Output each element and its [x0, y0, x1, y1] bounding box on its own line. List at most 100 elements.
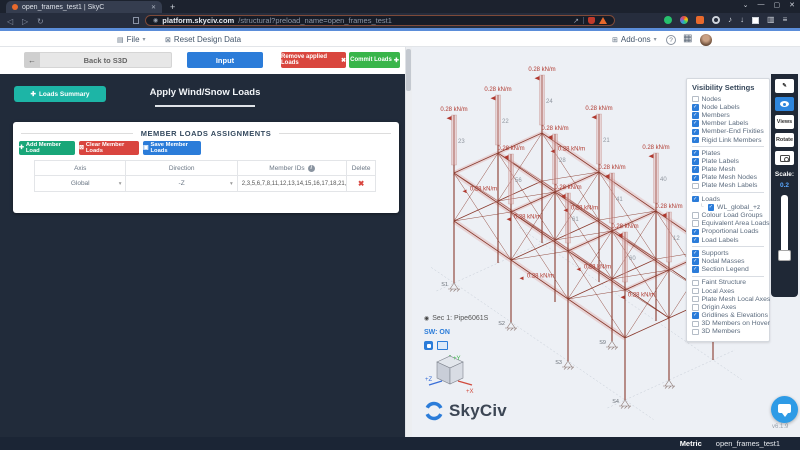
new-tab-button[interactable]: + [170, 2, 175, 12]
extension-icon[interactable] [680, 16, 688, 24]
checkbox-unchecked-icon[interactable] [692, 220, 699, 227]
visibility-item-member-end-fixities[interactable]: ✓Member-End Fixities [692, 128, 764, 136]
checkbox-checked-icon[interactable]: ✓ [692, 196, 699, 203]
checkbox-unchecked-icon[interactable] [692, 280, 699, 287]
visibility-item-plate-mesh[interactable]: ✓Plate Mesh [692, 166, 764, 174]
checkbox-unchecked-icon[interactable] [692, 212, 699, 219]
visibility-item-load-labels[interactable]: ✓Load Labels [692, 236, 764, 244]
checkbox-checked-icon[interactable]: ✓ [692, 250, 699, 257]
clear-member-loads-button[interactable]: ⊠ Clear Member Loads [79, 141, 139, 155]
address-bar[interactable]: ◉ platform.skyciv.com /structural?preloa… [145, 15, 615, 26]
addons-menu[interactable]: ⊞ Add-ons ▾ [612, 35, 657, 44]
checkbox-checked-icon[interactable]: ✓ [708, 204, 715, 211]
visibility-item-nodes[interactable]: Nodes [692, 95, 764, 103]
browser-tab[interactable]: open_frames_test1 | SkyC ✕ [6, 1, 162, 13]
screenshot-button[interactable] [775, 151, 794, 165]
visibility-item-plate-labels[interactable]: ✓Plate Labels [692, 157, 764, 165]
checkbox-checked-icon[interactable]: ✓ [692, 158, 699, 165]
checkbox-checked-icon[interactable]: ✓ [692, 120, 699, 127]
minimize-icon[interactable]: — [758, 1, 765, 9]
help-icon[interactable]: ? [666, 35, 676, 45]
download-icon[interactable]: ↓ [740, 16, 744, 24]
visibility-item-members[interactable]: ✓Members [692, 111, 764, 119]
direction-select[interactable]: -Z ▾ [126, 176, 237, 191]
warning-extension-icon[interactable] [599, 17, 607, 24]
commit-loads-button[interactable]: Commit Loads ✚ [349, 52, 400, 68]
site-info-icon[interactable]: ◉ [153, 17, 158, 24]
back-nav-icon[interactable]: ◁ [7, 17, 13, 26]
checkbox-checked-icon[interactable]: ✓ [692, 137, 699, 144]
checkbox-unchecked-icon[interactable] [692, 321, 699, 328]
checkbox-checked-icon[interactable]: ✓ [692, 229, 699, 236]
visibility-item-local-axes[interactable]: Local Axes [692, 287, 764, 295]
media-extension-icon[interactable]: ♪ [728, 16, 732, 24]
orientation-cube[interactable]: +Y +X +Z [424, 352, 478, 398]
visibility-item-plate-mesh-nodes[interactable]: ✓Plate Mesh Nodes [692, 174, 764, 182]
visibility-item-gridlines-elevations[interactable]: ✓Gridlines & Elevations [692, 312, 764, 320]
back-to-s3d-button[interactable]: ← Back to S3D [24, 52, 172, 68]
visibility-item-equivalent-area-loads[interactable]: Equivalent Area Loads [692, 220, 764, 228]
extension-icon[interactable] [696, 16, 704, 24]
visibility-item-supports[interactable]: ✓Supports [692, 249, 764, 257]
checkbox-checked-icon[interactable]: ✓ [692, 150, 699, 157]
extension-icon[interactable] [752, 17, 759, 24]
checkbox-checked-icon[interactable]: ✓ [692, 129, 699, 136]
plate-icon[interactable] [437, 341, 448, 350]
user-avatar[interactable] [700, 34, 712, 46]
visibility-item-3d-members-on-hover[interactable]: 3D Members on Hover [692, 320, 764, 328]
views-button[interactable]: Views [775, 115, 794, 129]
checkbox-checked-icon[interactable]: ✓ [692, 112, 699, 119]
rotate-button[interactable]: Rotate [775, 133, 794, 147]
checkbox-checked-icon[interactable]: ✓ [692, 166, 699, 173]
visibility-item-member-labels[interactable]: ✓Member Labels [692, 120, 764, 128]
edit-tool-button[interactable]: ✎ [775, 79, 794, 93]
visibility-item-colour-load-groups[interactable]: Colour Load Groups [692, 211, 764, 219]
member-ids-field[interactable]: 2,3,5,6,7,8,11,12,13,14,15,16,17,18,21,2… [238, 176, 347, 191]
loads-summary-button[interactable]: ✚ Loads Summary [14, 86, 106, 102]
visibility-item-loads[interactable]: ✓Loads [692, 195, 764, 203]
checkbox-unchecked-icon[interactable] [692, 304, 699, 311]
visibility-item-plate-mesh-local-axes[interactable]: Plate Mesh Local Axes [692, 295, 764, 303]
checkbox-checked-icon[interactable]: ✓ [692, 237, 699, 244]
forward-nav-icon[interactable]: ▷ [22, 17, 28, 26]
checkbox-checked-icon[interactable]: ✓ [692, 266, 699, 273]
file-menu[interactable]: ▤ File ▾ [117, 35, 146, 44]
visibility-item-wl-global-z[interactable]: ✓WL_global_+z [692, 203, 764, 211]
checkbox-checked-icon[interactable]: ✓ [692, 104, 699, 111]
visibility-item-node-labels[interactable]: ✓Node Labels [692, 103, 764, 111]
visibility-tool-button[interactable] [775, 97, 794, 111]
checkbox-checked-icon[interactable]: ✓ [692, 175, 699, 182]
visibility-item-origin-axes[interactable]: Origin Axes [692, 303, 764, 311]
checkbox-checked-icon[interactable]: ✓ [692, 258, 699, 265]
input-button[interactable]: Input [187, 52, 263, 68]
browser-menu-icon[interactable]: ≡ [783, 16, 788, 24]
remove-applied-loads-button[interactable]: Remove applied Loads ✖ [281, 52, 346, 68]
restore-icon[interactable]: ▢ [774, 1, 781, 9]
shield-extension-icon[interactable] [588, 17, 595, 24]
units-label[interactable]: Metric [680, 439, 702, 448]
visibility-item-plate-mesh-labels[interactable]: Plate Mesh Labels [692, 182, 764, 190]
visibility-item-section-legend[interactable]: ✓Section Legend [692, 266, 764, 274]
checkbox-unchecked-icon[interactable] [692, 296, 699, 303]
apps-grid-icon[interactable]: ▦ [683, 33, 692, 44]
extension-icon[interactable] [664, 16, 672, 24]
add-member-load-button[interactable]: ✚ Add Member Load [19, 141, 75, 155]
visibility-item-proportional-loads[interactable]: ✓Proportional Loads [692, 228, 764, 236]
scale-slider[interactable] [781, 195, 788, 253]
visibility-item-3d-members[interactable]: 3D Members [692, 328, 764, 336]
close-window-icon[interactable]: ✕ [789, 1, 795, 9]
reload-icon[interactable]: ↻ [37, 17, 44, 26]
visibility-item-faint-structure[interactable]: Faint Structure [692, 279, 764, 287]
lock-icon[interactable] [424, 341, 433, 350]
chat-bubble-button[interactable] [771, 396, 798, 423]
info-icon[interactable]: i [308, 165, 315, 172]
tab-search-icon[interactable]: ⌄ [743, 1, 749, 9]
checkbox-unchecked-icon[interactable] [692, 96, 699, 103]
visibility-item-plates[interactable]: ✓Plates [692, 149, 764, 157]
axis-select[interactable]: Global ▾ [35, 176, 126, 191]
checkbox-unchecked-icon[interactable] [692, 329, 699, 336]
tab-close-icon[interactable]: ✕ [151, 4, 156, 11]
share-icon[interactable]: ↗ [573, 17, 579, 25]
bookmark-icon[interactable] [133, 17, 139, 24]
scrollbar-thumb[interactable] [406, 49, 411, 91]
